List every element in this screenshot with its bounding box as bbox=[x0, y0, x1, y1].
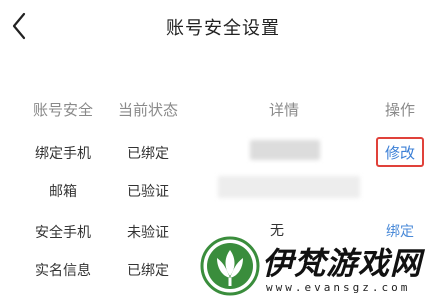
row-bind-phone-label: 绑定手机 bbox=[35, 146, 91, 162]
page-title: 账号安全设置 bbox=[166, 18, 280, 39]
row-email-label: 邮箱 bbox=[49, 184, 77, 200]
site-watermark: 伊梵游戏网 www.evansgz.com bbox=[196, 232, 446, 300]
blurred-phone-detail bbox=[250, 140, 320, 160]
watermark-url: www.evansgz.com bbox=[266, 281, 411, 294]
row-security-phone-status: 未验证 bbox=[127, 225, 169, 241]
row-real-name-status: 已绑定 bbox=[127, 263, 169, 279]
blurred-email-detail bbox=[218, 176, 360, 198]
column-header-current-status: 当前状态 bbox=[117, 101, 178, 119]
edit-phone-button[interactable]: 修改 bbox=[376, 137, 424, 167]
lotus-logo-icon bbox=[200, 236, 260, 296]
column-header-account-security: 账号安全 bbox=[32, 101, 93, 119]
column-header-actions: 操作 bbox=[384, 101, 415, 119]
row-bind-phone-status: 已绑定 bbox=[127, 146, 169, 162]
column-header-details: 详情 bbox=[268, 101, 299, 119]
row-email-status: 已验证 bbox=[127, 184, 169, 200]
watermark-site-name: 伊梵游戏网 bbox=[262, 246, 422, 282]
nav-bar: 账号安全设置 bbox=[0, 0, 446, 58]
row-real-name-label: 实名信息 bbox=[35, 263, 91, 279]
row-security-phone-label: 安全手机 bbox=[35, 225, 91, 241]
